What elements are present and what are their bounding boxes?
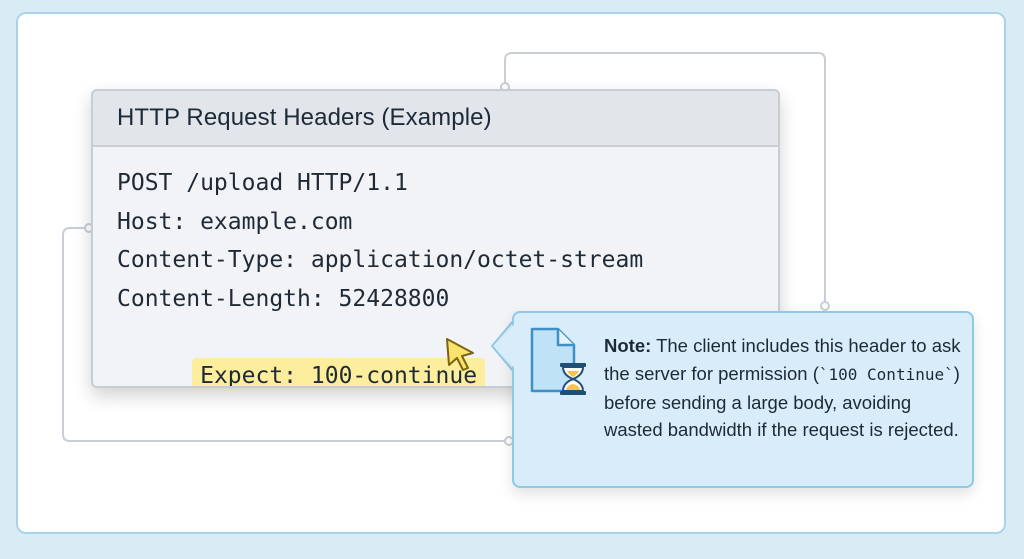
card-title: HTTP Request Headers (Example) bbox=[117, 104, 492, 131]
note-label: Note: bbox=[604, 335, 652, 356]
note-pointer-fill bbox=[495, 322, 516, 370]
card-header: HTTP Request Headers (Example) bbox=[93, 91, 778, 147]
host-header-line: Host: example.com bbox=[117, 208, 353, 235]
expect-header-highlight: Expect: 100-continue bbox=[192, 357, 486, 386]
document-hourglass-icon bbox=[530, 327, 586, 395]
content-type-header-line: Content-Type: application/octet-stream bbox=[117, 247, 644, 273]
connector-dot-right bbox=[820, 301, 830, 311]
request-line: POST /upload HTTP/1.1 bbox=[117, 170, 408, 196]
note-text: Note: The client includes this header to… bbox=[604, 332, 966, 444]
mouse-pointer-icon bbox=[446, 338, 474, 371]
note-code: `100 Continue` bbox=[818, 364, 954, 384]
